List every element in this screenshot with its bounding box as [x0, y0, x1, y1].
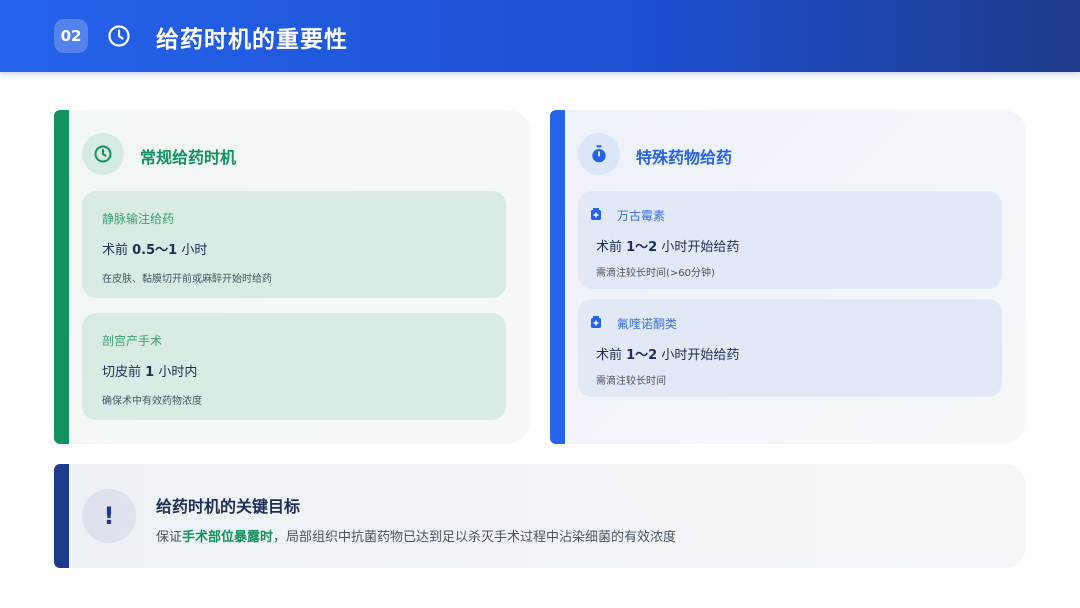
exclamation-icon: ! [82, 489, 136, 543]
goal-text: 保证手术部位暴露时，局部组织中抗菌药物已达到足以杀灭手术过程中沾染细菌的有效浓度 [156, 530, 677, 545]
stopwatch-icon [592, 145, 606, 163]
goal-title: 给药时机的关键目标 [156, 497, 301, 516]
card-icon-circle [82, 133, 124, 175]
clock-icon [94, 145, 112, 163]
special-drugs-card: 特殊药物给药 万古霉素 术前 1～2 小时开始给药 需滴注较长时间(>60分钟)… [550, 110, 1026, 444]
clock-icon [108, 25, 130, 47]
item-timing: 切皮前 1 小时内 [102, 365, 198, 380]
list-item: 静脉输注给药 术前 0.5～1 小时 在皮肤、黏膜切开前或麻醉开始时给药 [82, 191, 506, 298]
item-note: 确保术中有效药物浓度 [102, 396, 202, 407]
card-title: 常规给药时机 [140, 148, 237, 167]
routine-timing-card: 常规给药时机 静脉输注给药 术前 0.5～1 小时 在皮肤、黏膜切开前或麻醉开始… [54, 110, 530, 444]
goal-highlight: 手术部位暴露时 [182, 530, 274, 545]
medicine-box-icon [591, 316, 601, 328]
item-note: 在皮肤、黏膜切开前或麻醉开始时给药 [102, 274, 272, 285]
item-note: 需滴注较长时间(>60分钟) [596, 268, 715, 279]
item-label: 氟喹诺酮类 [617, 317, 678, 331]
item-timing: 术前 0.5～1 小时 [102, 243, 208, 258]
item-note: 需滴注较长时间 [596, 376, 666, 387]
card-title: 特殊药物给药 [636, 148, 733, 167]
list-item: 剖宫产手术 切皮前 1 小时内 确保术中有效药物浓度 [82, 313, 506, 420]
section-number-badge: 02 [54, 19, 88, 53]
item-timing: 术前 1～2 小时开始给药 [596, 240, 740, 255]
item-label: 剖宫产手术 [102, 334, 163, 348]
item-label: 万古霉素 [617, 209, 666, 223]
list-item: 万古霉素 术前 1～2 小时开始给药 需滴注较长时间(>60分钟) [578, 191, 1002, 289]
key-goal-panel: ! 给药时机的关键目标 保证手术部位暴露时，局部组织中抗菌药物已达到足以杀灭手术… [54, 464, 1026, 568]
card-icon-circle [578, 133, 620, 175]
header-bar: 02 给药时机的重要性 [0, 0, 1080, 72]
item-label: 静脉输注给药 [102, 212, 175, 226]
page-title: 给药时机的重要性 [156, 27, 348, 53]
list-item: 氟喹诺酮类 术前 1～2 小时开始给药 需滴注较长时间 [578, 299, 1002, 397]
medicine-box-icon [591, 208, 601, 220]
item-timing: 术前 1～2 小时开始给药 [596, 348, 740, 363]
